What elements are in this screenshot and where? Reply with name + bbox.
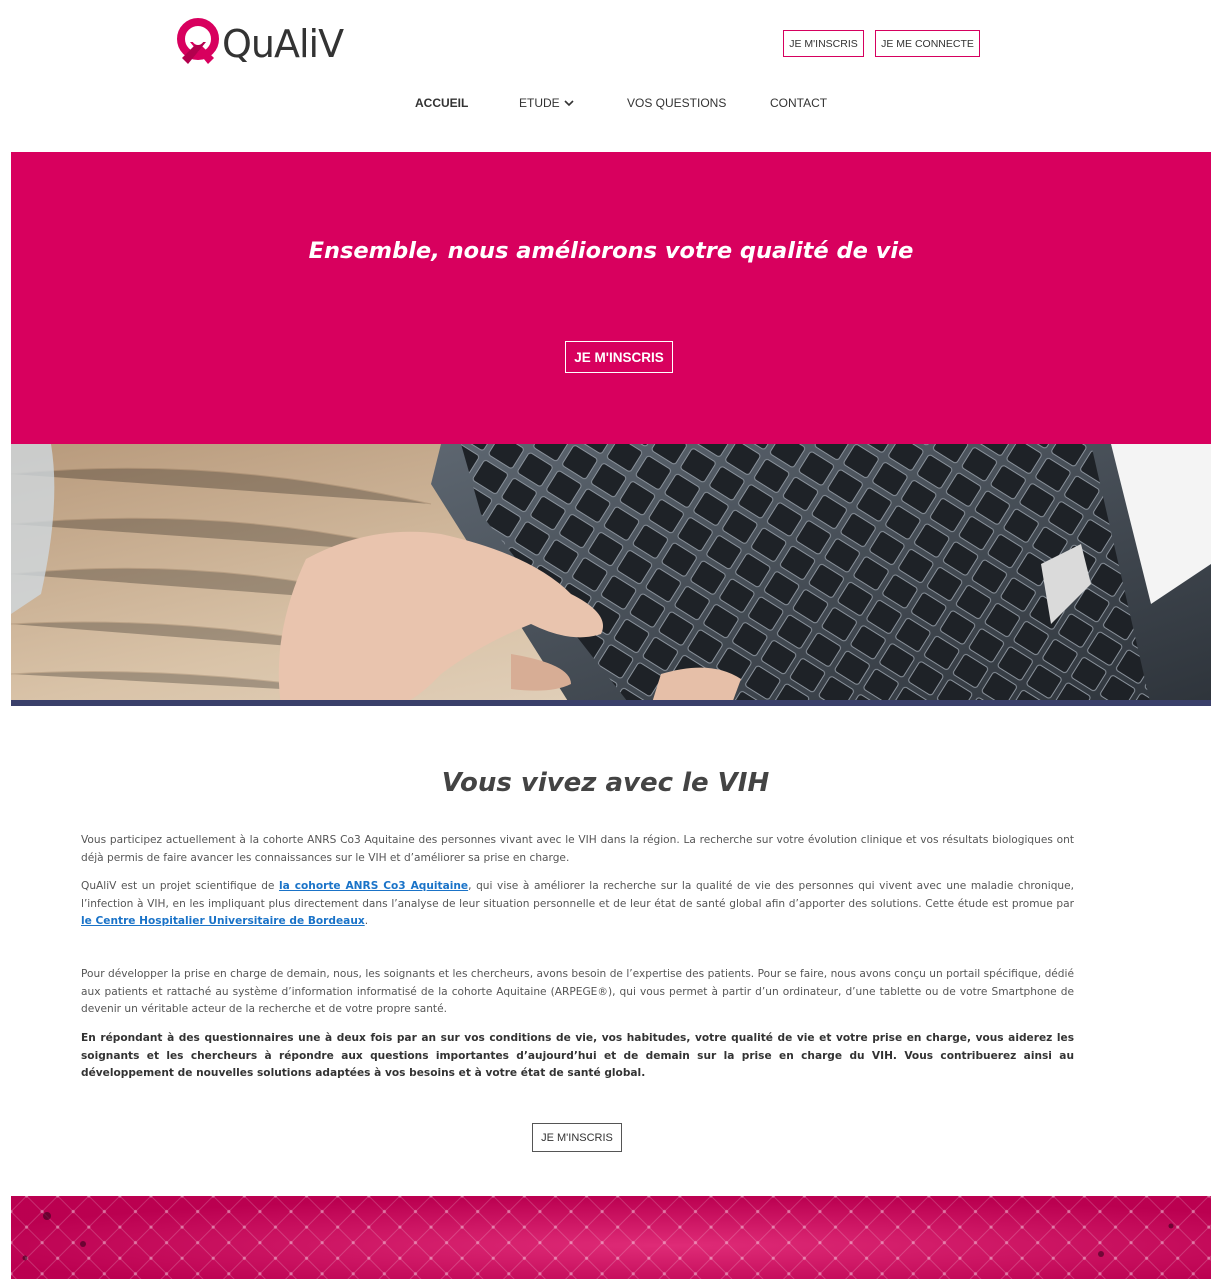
site-logo[interactable]: QuAliV: [176, 18, 344, 70]
portal-paragraph: Pour développer la prise en charge de de…: [81, 968, 1074, 1016]
main-navigation: ACCUEIL ETUDE VOS QUESTIONS CONTACT: [0, 96, 1211, 112]
register-button-content[interactable]: JE M'INSCRIS: [532, 1123, 622, 1152]
section-title: Vous vivez avec le VIH: [441, 768, 770, 798]
nav-item-label: ETUDE: [519, 96, 560, 110]
nav-item-accueil[interactable]: ACCUEIL: [415, 96, 468, 110]
chu-bordeaux-link[interactable]: le Centre Hospitalier Universitaire de B…: [81, 915, 365, 927]
register-button-header[interactable]: JE M'INSCRIS: [783, 30, 864, 57]
nav-item-contact[interactable]: CONTACT: [770, 96, 827, 110]
chevron-down-icon: [564, 100, 574, 107]
project-paragraph-text: .: [364, 915, 369, 928]
nav-item-label: VOS QUESTIONS: [627, 96, 727, 110]
hero-title: Ensemble, nous améliorons votre qualité …: [308, 238, 914, 264]
questionnaire-paragraph: En répondant à des questionnaires une à …: [81, 1032, 1074, 1080]
login-button-header[interactable]: JE ME CONNECTE: [875, 30, 980, 57]
project-paragraph-text: QuAliV est un projet scientifique de: [81, 880, 280, 892]
register-button-hero[interactable]: JE M'INSCRIS: [565, 341, 673, 373]
project-paragraph: QuAliV est un projet scientifique de la …: [81, 878, 1074, 931]
awareness-ribbon-logo-icon: [177, 18, 219, 64]
cohorte-anrs-link[interactable]: la cohorte ANRS Co3 Aquitaine: [279, 880, 468, 892]
hero-banner: Ensemble, nous améliorons votre qualité …: [11, 152, 1211, 444]
nav-item-label: CONTACT: [770, 96, 828, 110]
nav-item-etude[interactable]: ETUDE: [519, 96, 574, 110]
nav-item-label: ACCUEIL: [415, 96, 469, 110]
nav-item-vos-questions[interactable]: VOS QUESTIONS: [627, 96, 726, 110]
network-pattern-banner: [11, 1196, 1211, 1279]
laptop-typing-photo: [11, 444, 1211, 706]
logo-text: QuAliV: [222, 22, 344, 66]
intro-paragraph: Vous participez actuellement à la cohort…: [81, 834, 1074, 864]
